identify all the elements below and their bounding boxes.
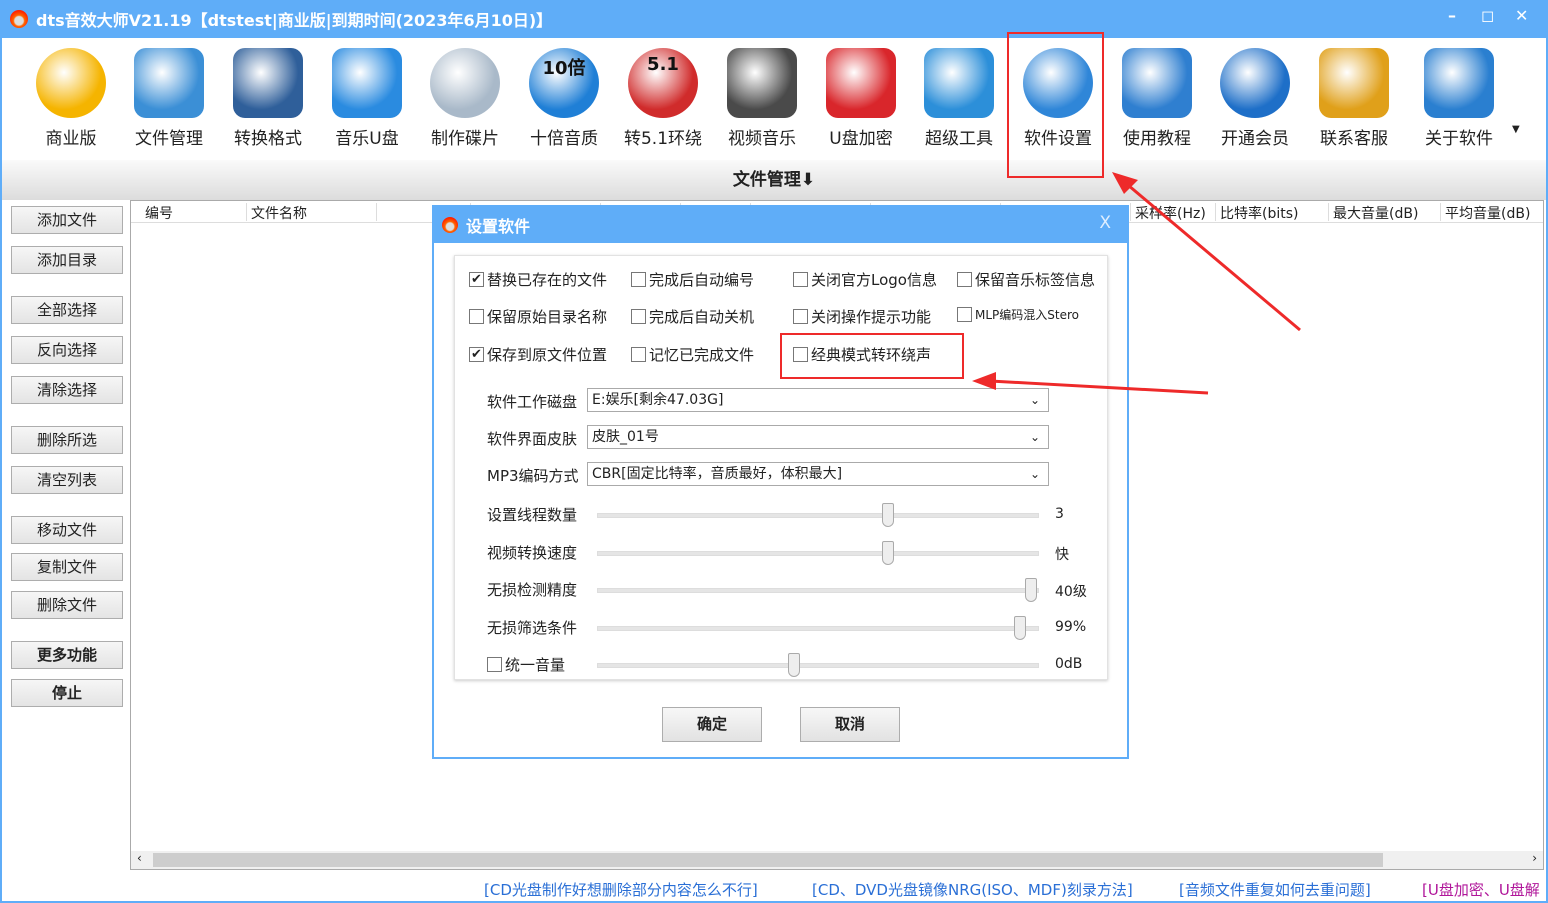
arrow-line — [989, 379, 1209, 395]
arrow-head — [972, 372, 996, 390]
arrow-line — [1121, 178, 1301, 332]
annotation-arrows — [972, 172, 1301, 395]
